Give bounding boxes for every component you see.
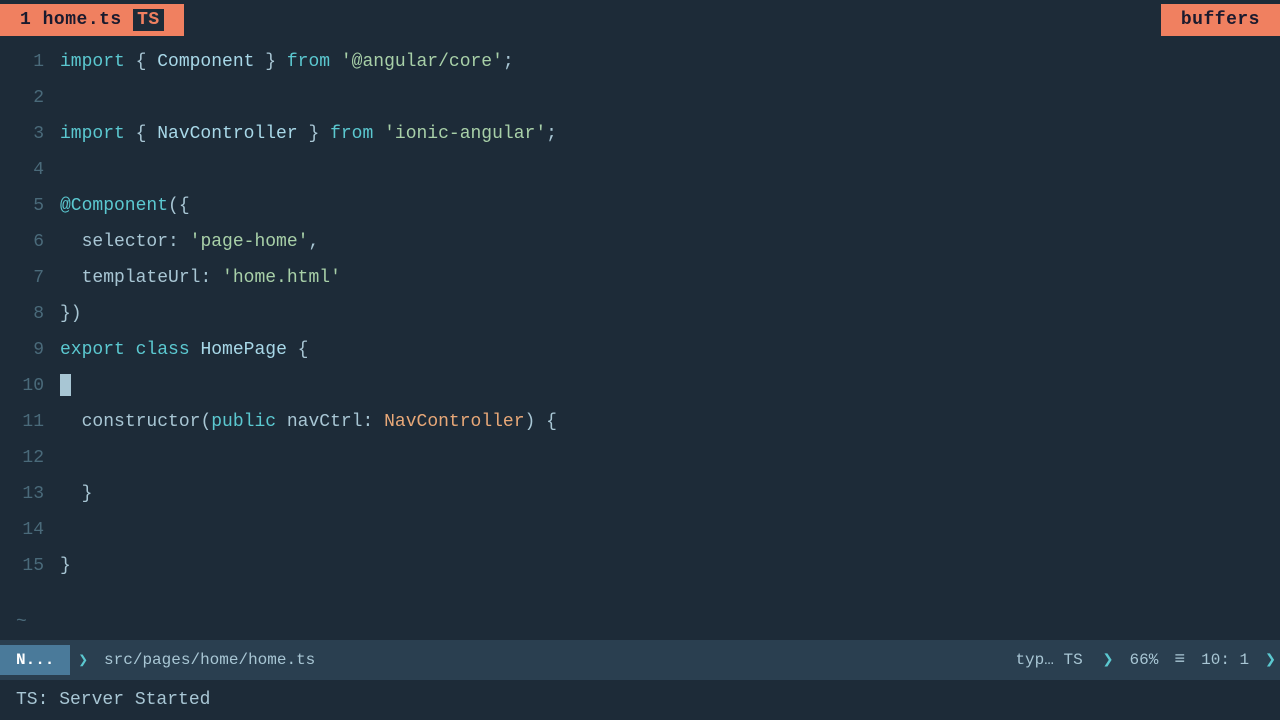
code-line: 7 templateUrl: 'home.html' (0, 260, 1280, 296)
line-content: import { Component } from '@angular/core… (60, 44, 514, 80)
line-number: 1 (0, 52, 60, 72)
tab-badge: TS (133, 9, 164, 31)
line-number: 14 (0, 520, 60, 540)
status-bar: N... ❯ src/pages/home/home.ts typ… TS ❯ … (0, 640, 1280, 680)
line-content: @Component({ (60, 188, 190, 224)
status-right: typ… TS ❯ 66% ≡ 10: 1 ❯ (999, 649, 1280, 671)
line-number: 13 (0, 484, 60, 504)
line-content: } (60, 548, 71, 584)
status-left: N... ❯ src/pages/home/home.ts (0, 645, 323, 675)
code-line: 6 selector: 'page-home', (0, 224, 1280, 260)
tab-number: 1 (20, 10, 31, 30)
buffers-button[interactable]: buffers (1161, 4, 1280, 36)
line-content: }) (60, 296, 82, 332)
code-line: 11 constructor(public navCtrl: NavContro… (0, 404, 1280, 440)
status-filetype: typ… TS (999, 651, 1098, 669)
line-number: 12 (0, 448, 60, 468)
status-lines-icon: ≡ (1170, 650, 1189, 670)
active-tab[interactable]: 1 home.ts TS (0, 4, 184, 36)
line-number: 9 (0, 340, 60, 360)
code-line: 1import { Component } from '@angular/cor… (0, 44, 1280, 80)
code-editor[interactable]: 1import { Component } from '@angular/cor… (0, 40, 1280, 604)
tab-bar: 1 home.ts TS buffers (0, 0, 1280, 40)
vim-mode: N... (0, 645, 70, 675)
line-content: } (60, 476, 92, 512)
message-text: TS: Server Started (16, 690, 210, 710)
line-number: 5 (0, 196, 60, 216)
code-line: 2 (0, 80, 1280, 116)
code-line: 4 (0, 152, 1280, 188)
status-position: 10: 1 (1189, 651, 1261, 669)
tab-filename: home.ts (43, 10, 122, 30)
code-line: 10 (0, 368, 1280, 404)
line-content: export class HomePage { (60, 332, 308, 368)
line-number: 15 (0, 556, 60, 576)
line-number: 6 (0, 232, 60, 252)
line-number: 2 (0, 88, 60, 108)
line-number: 4 (0, 160, 60, 180)
line-number: 11 (0, 412, 60, 432)
code-line: 9export class HomePage { (0, 332, 1280, 368)
code-line: 8}) (0, 296, 1280, 332)
code-line: 3import { NavController } from 'ionic-an… (0, 116, 1280, 152)
status-chevron-icon: ❯ (70, 650, 96, 670)
status-filepath: src/pages/home/home.ts (96, 651, 323, 669)
line-content: import { NavController } from 'ionic-ang… (60, 116, 557, 152)
line-content (60, 368, 71, 404)
status-divider-icon: ❯ (1099, 649, 1118, 671)
line-content: constructor(public navCtrl: NavControlle… (60, 404, 557, 440)
tilde-indicator: ~ (0, 604, 1280, 640)
line-content: templateUrl: 'home.html' (60, 260, 341, 296)
status-end-chevron-icon: ❯ (1261, 649, 1280, 671)
code-line: 15} (0, 548, 1280, 584)
line-content: selector: 'page-home', (60, 224, 319, 260)
code-line: 13 } (0, 476, 1280, 512)
code-line: 5@Component({ (0, 188, 1280, 224)
line-number: 3 (0, 124, 60, 144)
line-number: 10 (0, 376, 60, 396)
cursor (60, 374, 71, 396)
line-number: 8 (0, 304, 60, 324)
status-zoom: 66% (1118, 651, 1171, 669)
message-bar: TS: Server Started (0, 680, 1280, 720)
code-line: 14 (0, 512, 1280, 548)
code-line: 12 (0, 440, 1280, 476)
line-number: 7 (0, 268, 60, 288)
